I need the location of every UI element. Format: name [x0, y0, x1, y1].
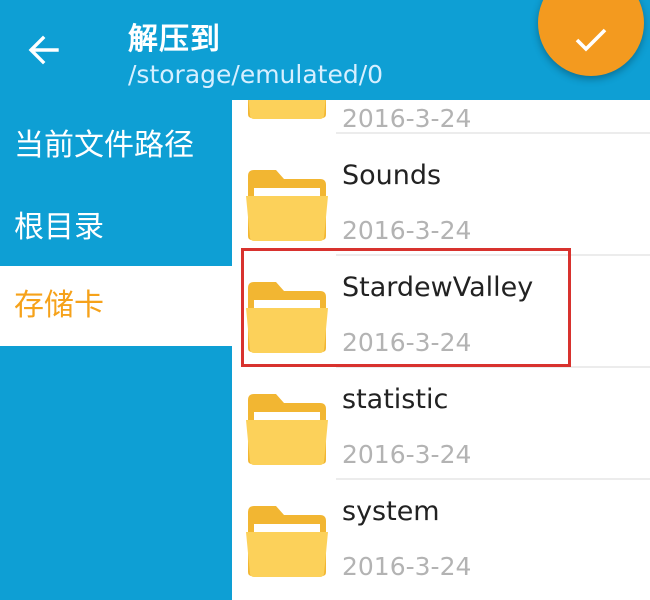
list-item[interactable]: StardewValley 2016-3-24 — [232, 256, 650, 368]
list-item[interactable]: statistic 2016-3-24 — [232, 368, 650, 480]
back-button[interactable] — [26, 32, 62, 68]
file-date: 2016-3-24 — [342, 104, 472, 133]
folder-icon — [246, 394, 328, 465]
list-item[interactable]: Sounds 2016-3-24 — [232, 144, 650, 256]
folder-icon — [246, 170, 328, 241]
file-name: statistic — [342, 384, 449, 415]
file-list: 2016-3-24 Sounds 2016-3-24 StardewValley… — [232, 100, 650, 600]
dialog-title: 解压到 — [128, 22, 221, 57]
divider — [336, 132, 650, 134]
sidebar-item-current-path[interactable]: 当前文件路径 — [0, 106, 232, 186]
list-item[interactable]: system 2016-3-24 — [232, 480, 650, 592]
file-name: system — [342, 496, 440, 527]
file-date: 2016-3-24 — [342, 328, 472, 357]
folder-icon — [248, 100, 326, 119]
sidebar-item-sd-card[interactable]: 存储卡 — [0, 266, 232, 346]
folder-icon — [246, 282, 328, 353]
file-date: 2016-3-24 — [342, 552, 472, 581]
sidebar: 当前文件路径 根目录 存储卡 — [0, 100, 232, 600]
current-path: /storage/emulated/0 — [128, 60, 384, 89]
file-date: 2016-3-24 — [342, 440, 472, 469]
folder-icon — [246, 506, 328, 577]
sidebar-item-root[interactable]: 根目录 — [0, 188, 232, 268]
list-item[interactable]: 2016-3-24 — [232, 100, 650, 134]
file-name: StardewValley — [342, 272, 534, 303]
file-date: 2016-3-24 — [342, 216, 472, 245]
file-name: Sounds — [342, 160, 442, 191]
arrow-left-icon — [28, 35, 59, 65]
check-icon — [575, 28, 607, 52]
